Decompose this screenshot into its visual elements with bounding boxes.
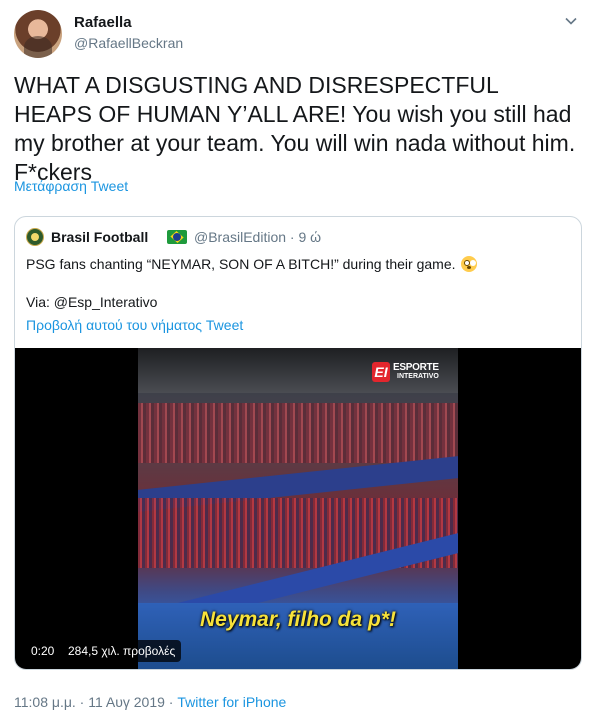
display-name[interactable]: Rafaella	[74, 14, 132, 31]
footer-separator: ·	[164, 694, 178, 710]
avatar[interactable]	[14, 10, 62, 58]
esporte-interativo-logo: EI ESPORTE INTERATIVO	[372, 362, 452, 384]
tweet-text: WHAT A DISGUSTING AND DISRESPECTFUL HEAP…	[14, 72, 576, 185]
quoted-tweet[interactable]: Brasil Football @BrasilEdition · 9 ώ PSG…	[14, 216, 582, 670]
tweet-footer: 11:08 μ.μ. · 11 Αυγ 2019 · Twitter for i…	[14, 694, 286, 710]
quoted-handle-time: @BrasilEdition · 9 ώ	[194, 229, 322, 245]
quoted-tweet-header: Brasil Football @BrasilEdition · 9 ώ	[26, 227, 566, 247]
video-player[interactable]: EI ESPORTE INTERATIVO Neymar, filho da p…	[15, 348, 581, 669]
chevron-down-icon-svg	[565, 17, 577, 25]
logo-line2: INTERATIVO	[397, 373, 439, 380]
logo-mark-icon: EI	[372, 362, 390, 382]
crowd-upper	[138, 403, 458, 463]
brazil-flag-icon	[167, 230, 187, 244]
quoted-via-text: Via: @Esp_Interativo	[26, 294, 158, 310]
video-duration-badge: 0:20	[25, 640, 61, 662]
translate-tweet-link[interactable]: Μετάφραση Tweet	[14, 178, 128, 194]
quoted-tweet-text-line: PSG fans chanting “NEYMAR, SON OF A BITC…	[26, 256, 478, 272]
logo-line1: ESPORTE	[393, 362, 439, 373]
quoted-display-name: Brasil Football	[51, 229, 149, 245]
video-views-badge: 284,5 χιλ. προβολές	[62, 640, 182, 662]
flushed-face-icon	[461, 256, 478, 272]
video-frame[interactable]: EI ESPORTE INTERATIVO Neymar, filho da p…	[138, 348, 458, 669]
quoted-tweet-text: PSG fans chanting “NEYMAR, SON OF A BITC…	[26, 256, 456, 272]
chevron-down-icon[interactable]	[562, 14, 580, 32]
timestamp[interactable]: 11:08 μ.μ. · 11 Αυγ 2019	[14, 694, 165, 710]
tweet-header: Rafaella @RafaellBeckran	[14, 8, 584, 60]
show-thread-link[interactable]: Προβολή αυτού του νήματος Tweet	[26, 317, 243, 333]
user-handle[interactable]: @RafaellBeckran	[74, 35, 183, 51]
video-caption: Neymar, filho da p*!	[199, 608, 397, 631]
source-link[interactable]: Twitter for iPhone	[177, 694, 286, 710]
quoted-avatar	[26, 228, 44, 246]
